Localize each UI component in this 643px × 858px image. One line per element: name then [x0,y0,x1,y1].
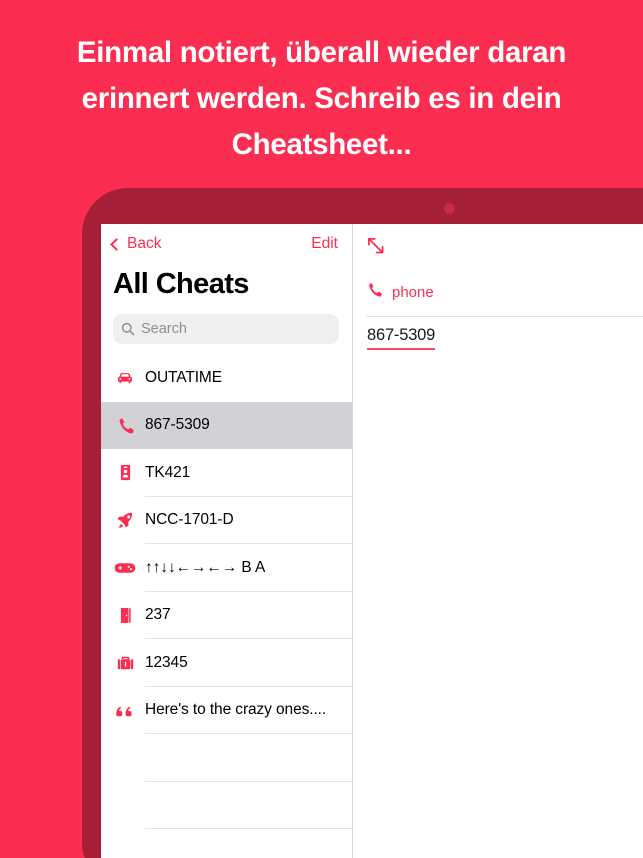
search-placeholder: Search [141,321,187,337]
device-camera-icon [444,203,455,214]
suitcase-icon [101,654,145,672]
device-screen: Back Edit All Cheats Search OUTATIME 867… [101,224,643,858]
promo-headline: Einmal notiert, überall wieder daran eri… [76,36,567,161]
id-card-icon [101,463,145,482]
door-icon [101,606,145,625]
search-icon [121,322,135,336]
list-item[interactable]: NCC-1701-D [101,496,352,544]
list-item-label: TK421 [145,463,191,481]
detail-value[interactable]: 867-5309 [367,326,435,350]
list-item-empty [101,781,352,829]
list-item-label: ↑↑↓↓←→←→ B A [145,558,266,576]
list-item[interactable]: OUTATIME [101,354,352,402]
phone-icon [366,281,383,303]
cheat-list[interactable]: OUTATIME 867-5309 TK421 NCC-1701-D ↑↑↓↓←… [101,354,352,858]
list-item-label: NCC-1701-D [145,511,234,529]
edit-button[interactable]: Edit [311,235,338,253]
navigation-bar: Back Edit [101,224,352,262]
quote-icon [101,703,145,718]
car-icon [101,368,145,388]
list-item-label: 867-5309 [145,416,210,434]
list-item-selected[interactable]: 867-5309 [101,401,352,449]
master-pane: Back Edit All Cheats Search OUTATIME 867… [101,224,352,858]
list-item-label: 12345 [145,653,188,671]
list-item[interactable]: ↑↑↓↓←→←→ B A [101,544,352,592]
detail-separator [366,316,643,317]
detail-type-row: phone [366,281,434,303]
rocket-icon [101,510,145,530]
list-item[interactable]: 12345 [101,639,352,687]
back-button[interactable]: Back [110,235,162,253]
chevron-left-icon [110,237,123,251]
phone-icon [101,416,145,435]
list-item-empty [101,734,352,782]
expand-diagonal-icon[interactable] [366,236,386,256]
detail-type-label: phone [392,283,434,301]
list-item[interactable]: TK421 [101,449,352,497]
list-item-label: OUTATIME [145,368,222,386]
page-title: All Cheats [113,268,249,300]
search-input[interactable]: Search [113,314,339,344]
detail-pane: phone 867-5309 [353,224,643,858]
list-item[interactable]: 237 [101,591,352,639]
back-button-label: Back [127,235,162,252]
list-item-label: Here's to the crazy ones.... [145,701,327,719]
gamepad-icon [101,561,145,575]
list-item-label: 237 [145,606,171,624]
list-item[interactable]: Here's to the crazy ones.... [101,686,352,734]
list-item-empty [101,829,352,858]
